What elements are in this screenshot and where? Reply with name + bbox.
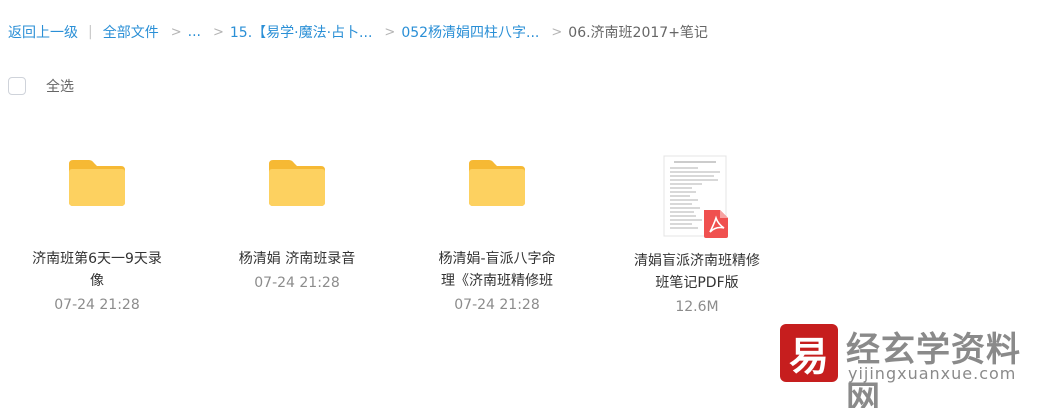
breadcrumb-ellipsis[interactable]: ... [188, 24, 201, 40]
file-date: 07-24 21:28 [454, 297, 540, 313]
breadcrumb-current: 06.济南班2017+笔记 [568, 25, 708, 41]
folder-icon [212, 140, 382, 226]
breadcrumb-level-2[interactable]: 052杨清娟四柱八字... [401, 22, 539, 42]
file-name[interactable]: 济南班第6天一9天录像 [12, 248, 182, 292]
chevron-right-icon: > [170, 24, 182, 40]
file-name[interactable]: 清娟盲派济南班精修班笔记PDF版 [612, 250, 782, 294]
file-date: 07-24 21:28 [254, 275, 340, 291]
file-name[interactable]: 杨清娟 济南班录音 [212, 248, 382, 270]
breadcrumb-divider: | [88, 24, 93, 40]
pdf-file-icon [612, 152, 782, 242]
file-size: 12.6M [675, 299, 719, 315]
file-item[interactable]: 杨清娟-盲派八字命理《济南班精修班 07-24 21:28 [412, 140, 582, 316]
file-name[interactable]: 杨清娟-盲派八字命理《济南班精修班 [412, 248, 582, 292]
select-all-label: 全选 [46, 79, 74, 95]
chevron-right-icon: > [212, 24, 224, 40]
breadcrumb: 返回上一级 | 全部文件 > ... > 15.【易学·魔法·占卜... > 0… [8, 20, 708, 44]
file-item[interactable]: 杨清娟 济南班录音 07-24 21:28 [212, 140, 382, 294]
site-logo: 易 [780, 324, 838, 382]
file-browser: 返回上一级 | 全部文件 > ... > 15.【易学·魔法·占卜... > 0… [0, 0, 1054, 408]
watermark: 易 经玄学资料网 yijingxuanxue.com [780, 320, 1050, 408]
file-date: 07-24 21:28 [54, 297, 140, 313]
breadcrumb-level-1[interactable]: 15.【易学·魔法·占卜... [230, 22, 373, 42]
select-all[interactable]: 全选 [8, 76, 74, 96]
back-link[interactable]: 返回上一级 [8, 22, 78, 42]
folder-icon [12, 140, 182, 226]
file-item[interactable]: 清娟盲派济南班精修班笔记PDF版 12.6M [612, 152, 782, 318]
logo-glyph: 易 [789, 333, 829, 380]
chevron-right-icon: > [551, 24, 563, 40]
folder-icon [412, 140, 582, 226]
chevron-right-icon: > [384, 24, 396, 40]
file-item[interactable]: 济南班第6天一9天录像 07-24 21:28 [12, 140, 182, 316]
all-files-link[interactable]: 全部文件 [103, 22, 159, 42]
watermark-url: yijingxuanxue.com [848, 364, 1017, 383]
select-all-checkbox[interactable] [8, 77, 26, 95]
